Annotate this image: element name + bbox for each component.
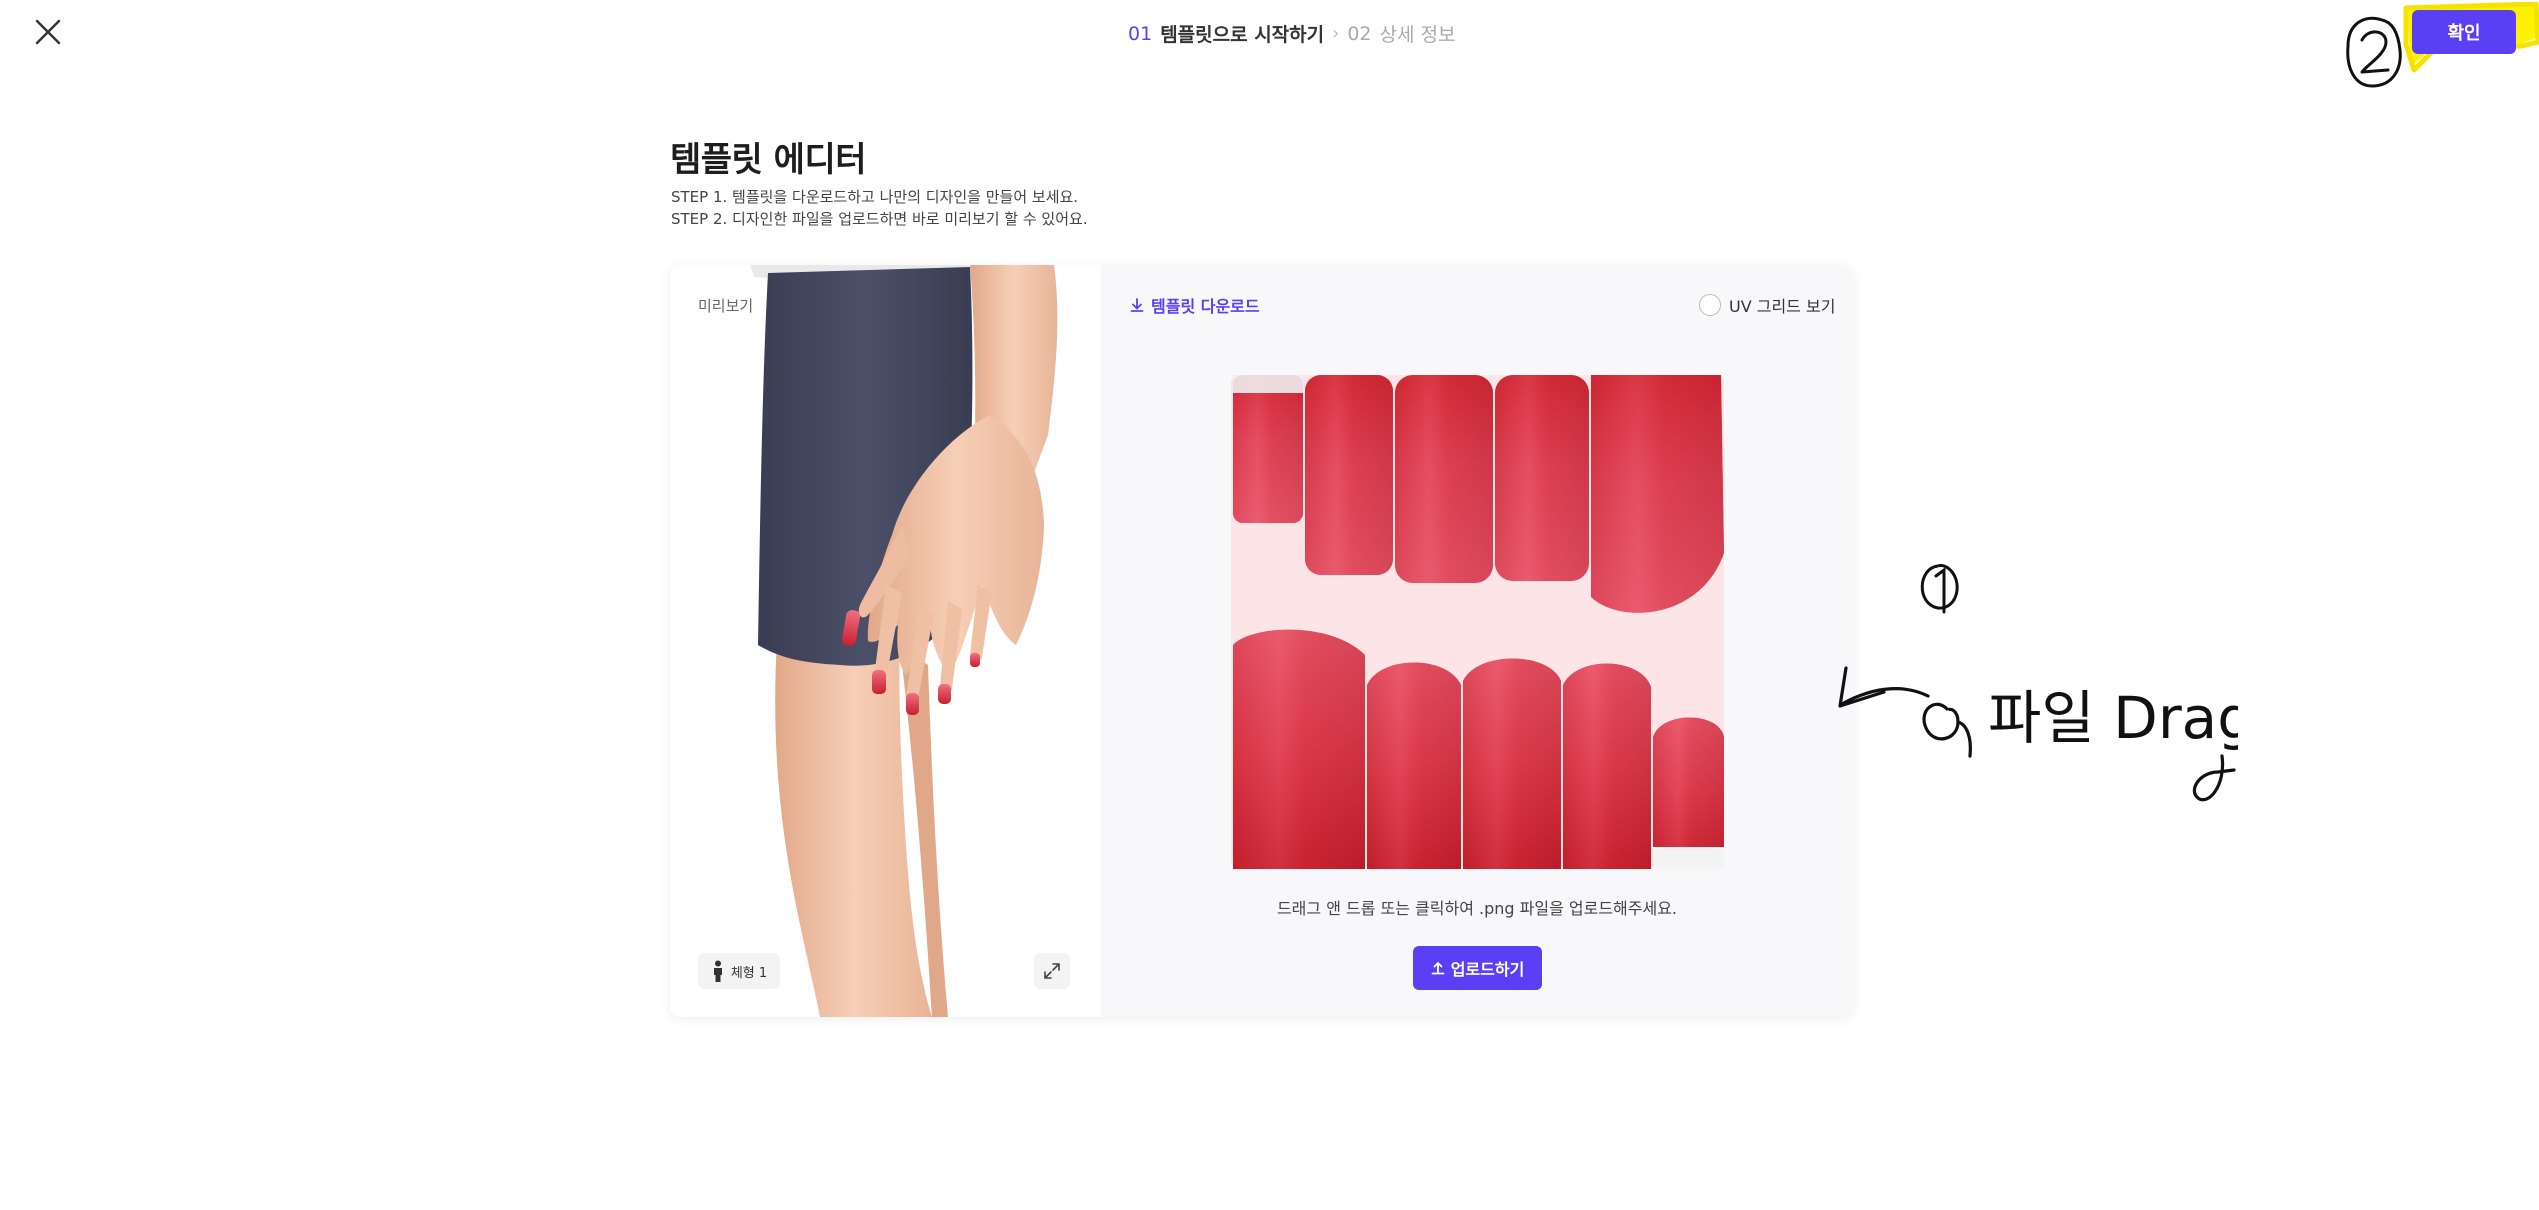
- upload-label: 업로드하기: [1450, 960, 1525, 979]
- uv-grid-label: UV 그리드 보기: [1729, 297, 1836, 316]
- drop-hint: 드래그 앤 드롭 또는 클릭하여 .png 파일을 업로드해주세요.: [1276, 899, 1678, 918]
- preview-3d-render[interactable]: [670, 265, 1101, 1017]
- chevron-right-icon: ›: [1332, 23, 1340, 44]
- download-label: 템플릿 다운로드: [1151, 297, 1260, 316]
- person-icon: [713, 960, 722, 982]
- page-title: 템플릿 에디터: [670, 140, 867, 180]
- editor-pane: 템플릿 다운로드 UV 그리드 보기 드래그 앤 드롭 또는 클릭하여 .png…: [1101, 265, 1853, 1017]
- step-2-description: STEP 2. 디자인한 파일을 업로드하면 바로 미리보기 할 수 있어요.: [671, 210, 1088, 228]
- close-button[interactable]: [30, 14, 66, 50]
- expand-icon: [1044, 963, 1060, 979]
- annotation-marker-2: [2346, 16, 2402, 88]
- upload-icon: [1431, 962, 1445, 975]
- preview-pane: 미리보기 체형 1: [670, 265, 1101, 1017]
- upload-button[interactable]: 업로드하기: [1413, 946, 1542, 990]
- body-type-label: 체형 1: [730, 965, 768, 981]
- step-description: STEP 1. 템플릿을 다운로드하고 나만의 디자인을 만들어 보세요. ST…: [671, 186, 1088, 230]
- step-2-number: 02: [1347, 22, 1372, 45]
- step-1-label: 템플릿으로 시작하기: [1160, 24, 1325, 46]
- step-1-description: STEP 1. 템플릿을 다운로드하고 나만의 디자인을 만들어 보세요.: [671, 188, 1079, 206]
- drag-note-text: 파일 Drag: [1988, 684, 2238, 752]
- uv-grid-toggle[interactable]: UV 그리드 보기: [1699, 293, 1835, 317]
- step-2-label: 상세 정보: [1379, 24, 1456, 46]
- preview-label: 미리보기: [698, 297, 754, 315]
- download-icon: [1130, 298, 1144, 312]
- nail-template-dropzone[interactable]: [1231, 375, 1724, 869]
- template-editor-card: 미리보기 체형 1 템플릿 다운로드 UV 그리드 보기 드래그 앤 드롭 또는…: [670, 265, 1853, 1017]
- step-1-number: 01: [1128, 22, 1153, 45]
- drag-annotation: 파일 Drag: [1838, 564, 2238, 802]
- step-indicator: 01 템플릿으로 시작하기 › 02 상세 정보: [1128, 20, 1455, 47]
- close-icon: [35, 19, 61, 45]
- expand-button[interactable]: [1034, 953, 1070, 989]
- body-type-button[interactable]: 체형 1: [698, 953, 780, 989]
- radio-circle-icon: [1699, 294, 1721, 316]
- confirm-button[interactable]: 확인: [2412, 10, 2516, 54]
- template-download-link[interactable]: 템플릿 다운로드: [1129, 293, 1260, 317]
